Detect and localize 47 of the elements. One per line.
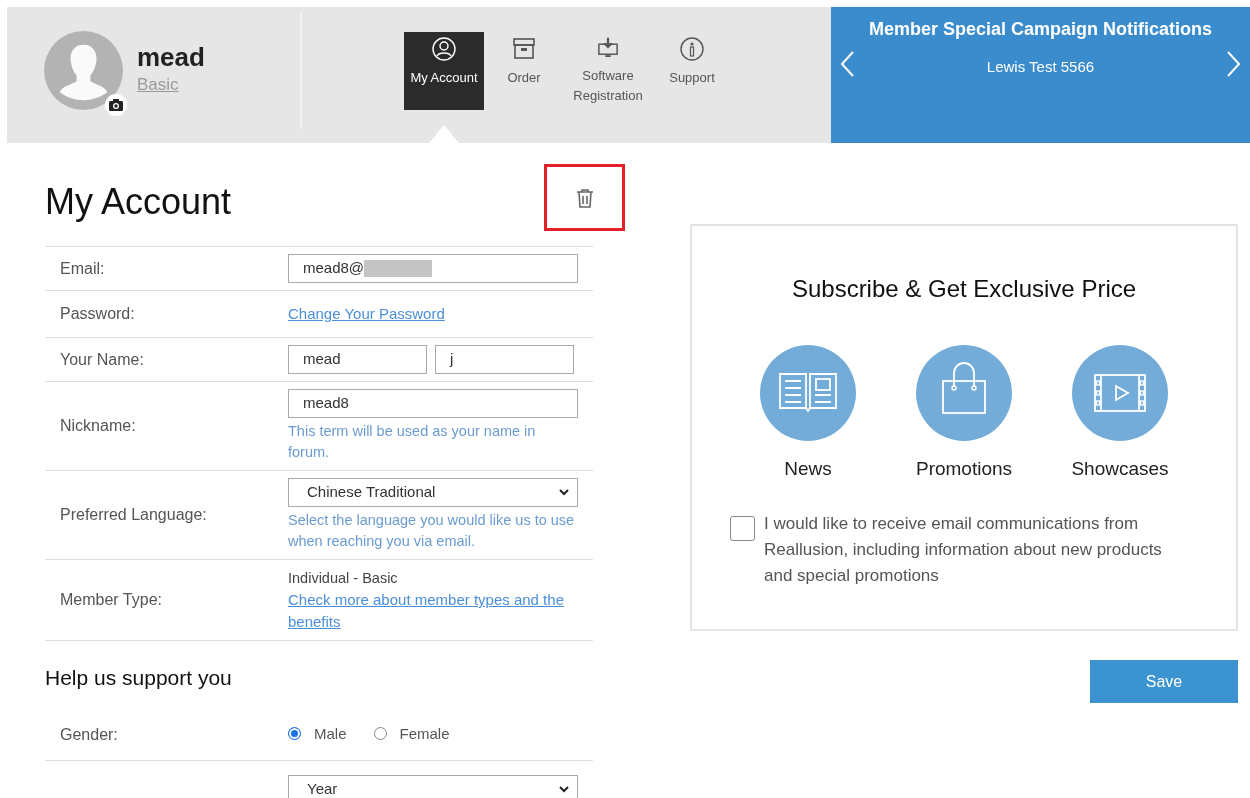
chevron-down-icon: [559, 489, 569, 496]
last-name-field[interactable]: j: [435, 345, 574, 374]
archive-box-icon: [511, 36, 537, 62]
radio-button[interactable]: [288, 727, 301, 741]
topic-label: Showcases: [1071, 457, 1169, 481]
consent-text: I would like to receive email communications from Reallusion, including information about new products and special promotions: [764, 512, 1163, 587]
info-icon: [679, 36, 705, 62]
language-select[interactable]: Chinese Traditional: [288, 478, 578, 507]
year-select[interactable]: Year: [288, 774, 578, 798]
newspaper-icon: [760, 345, 856, 441]
user-name: mead: [137, 43, 205, 73]
radio-option[interactable]: Female: [373, 722, 450, 746]
nav-tab[interactable]: Order: [484, 32, 564, 110]
field-hint: Select the language you would like us to use when reaching you via email.: [288, 511, 576, 551]
page-title: My Account: [45, 179, 232, 224]
person-circle-icon: [431, 36, 457, 62]
field-label: Member Type:: [59, 590, 163, 610]
chevron-down-icon: [559, 785, 569, 793]
topic-label: News: [784, 457, 832, 481]
checkbox[interactable]: [730, 515, 755, 541]
radio-option[interactable]: Male: [288, 722, 347, 746]
radio-button[interactable]: [373, 727, 387, 741]
change-password-link[interactable]: Change Your Password: [288, 305, 445, 322]
shopping-bag-icon: [916, 345, 1012, 441]
email-field[interactable]: mead8@: [288, 254, 578, 283]
nav-tab[interactable]: Support: [652, 32, 732, 110]
field-label: Preferred Language:: [59, 505, 208, 525]
camera-icon[interactable]: [105, 94, 127, 116]
campaign-title: Member Special Campaign Notifications: [867, 18, 1214, 41]
field-label: Password:: [59, 304, 136, 324]
nav-tab[interactable]: My Account: [404, 32, 484, 110]
section-heading: Help us support you: [45, 665, 233, 691]
nickname-field[interactable]: mead8: [288, 389, 578, 418]
pointer-notch: [429, 125, 459, 143]
campaign-message: Lewis Test 5566: [985, 57, 1096, 77]
topic-label: Promotions: [915, 457, 1013, 481]
panel-title: Subscribe & Get Exclusive Price: [790, 274, 1138, 304]
field-hint: This term will be used as your name in forum.: [288, 422, 537, 462]
nav-tab[interactable]: Software Registration: [564, 32, 652, 110]
download-monitor-icon: [595, 36, 621, 60]
field-label: Your Name:: [59, 349, 145, 370]
field-label: Email:: [59, 258, 106, 279]
field-label: Gender:: [59, 725, 119, 745]
field-label: Nickname:: [59, 416, 137, 436]
member-type-value: Individual - Basic: [288, 569, 399, 588]
first-name-field[interactable]: mead: [288, 345, 427, 374]
film-play-icon: [1072, 345, 1168, 441]
